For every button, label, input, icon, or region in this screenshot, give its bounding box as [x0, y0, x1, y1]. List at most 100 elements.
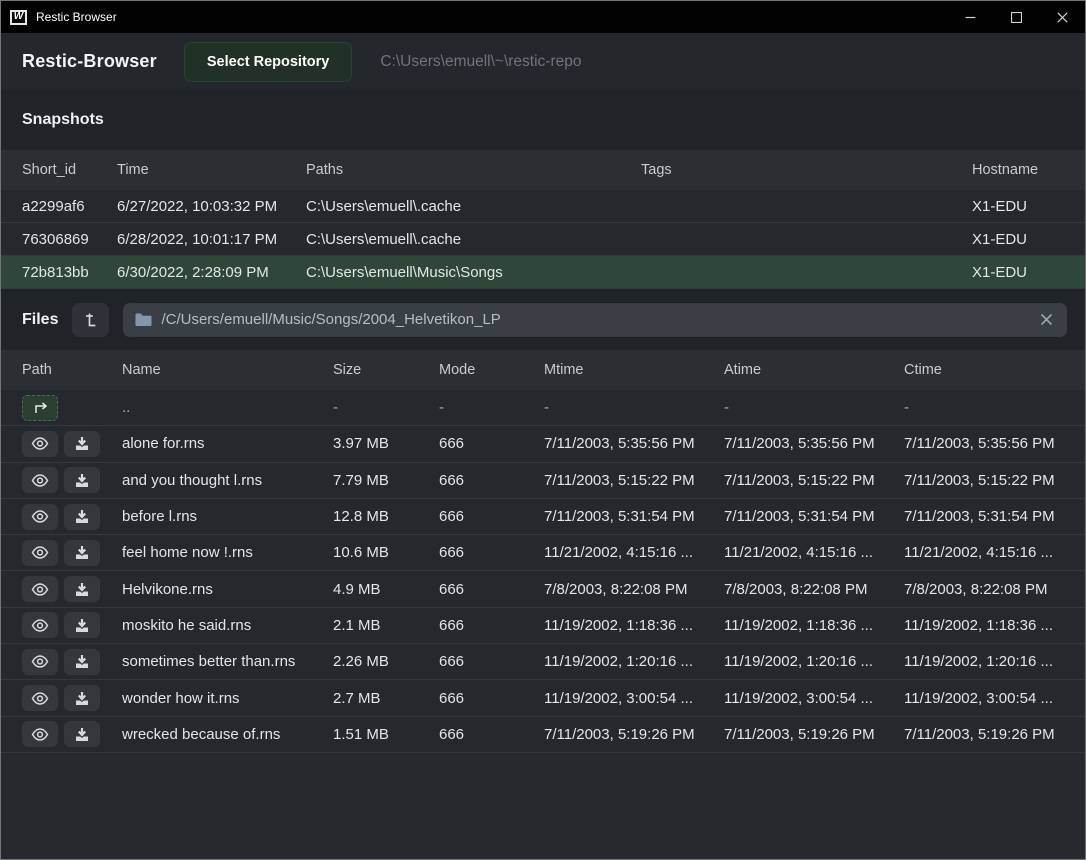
file-name: alone for.rns [122, 435, 333, 452]
file-atime: 7/11/2003, 5:35:56 PM [724, 435, 904, 452]
file-mtime: 7/11/2003, 5:19:26 PM [544, 726, 724, 743]
file-atime: 11/19/2002, 3:00:54 ... [724, 690, 904, 707]
file-mode: 666 [439, 544, 544, 561]
app-header: Restic-Browser Select Repository C:\User… [1, 33, 1085, 90]
file-ctime: 11/19/2002, 1:20:16 ... [904, 653, 1064, 670]
file-row[interactable]: .. - - - - - [1, 390, 1085, 426]
current-path-field[interactable] [123, 303, 1067, 337]
file-row[interactable]: Helvikone.rns 4.9 MB 666 7/8/2003, 8:22:… [1, 571, 1085, 607]
file-size: 7.79 MB [333, 472, 439, 489]
file-atime: 7/11/2003, 5:15:22 PM [724, 472, 904, 489]
file-actions [22, 395, 122, 421]
file-actions [22, 685, 122, 711]
file-mode: 666 [439, 726, 544, 743]
up-right-arrow-icon [32, 401, 49, 415]
file-mtime: 7/11/2003, 5:35:56 PM [544, 435, 724, 452]
preview-file-button[interactable] [22, 431, 58, 457]
select-repository-button[interactable]: Select Repository [184, 42, 353, 82]
snapshots-title: Snapshots [22, 111, 104, 129]
restore-file-button[interactable] [64, 431, 100, 457]
restore-file-button[interactable] [64, 685, 100, 711]
file-mode: - [439, 399, 544, 416]
file-mode: 666 [439, 617, 544, 634]
file-atime: 7/8/2003, 8:22:08 PM [724, 581, 904, 598]
restore-file-button[interactable] [64, 649, 100, 675]
snapshot-paths: C:\Users\emuell\Music\Songs [306, 264, 641, 281]
snapshot-row[interactable]: 76306869 6/28/2022, 10:01:17 PM C:\Users… [1, 223, 1085, 256]
snapshot-row[interactable]: a2299af6 6/27/2022, 10:03:32 PM C:\Users… [1, 190, 1085, 223]
file-mtime: 7/11/2003, 5:15:22 PM [544, 472, 724, 489]
column-atime: Atime [724, 362, 904, 378]
file-ctime: 7/11/2003, 5:35:56 PM [904, 435, 1064, 452]
snapshot-hostname: X1-EDU [972, 231, 1064, 248]
minimize-button[interactable] [947, 1, 993, 33]
file-name: before l.rns [122, 508, 333, 525]
file-ctime: 7/11/2003, 5:31:54 PM [904, 508, 1064, 525]
file-row[interactable]: feel home now !.rns 10.6 MB 666 11/21/20… [1, 535, 1085, 571]
file-row[interactable]: before l.rns 12.8 MB 666 7/11/2003, 5:31… [1, 499, 1085, 535]
path-input[interactable] [161, 311, 1029, 328]
restore-file-button[interactable] [64, 576, 100, 602]
snapshot-hostname: X1-EDU [972, 264, 1064, 281]
file-mtime: 11/21/2002, 4:15:16 ... [544, 544, 724, 561]
preview-file-button[interactable] [22, 721, 58, 747]
eye-icon [31, 510, 49, 523]
file-mtime: 11/19/2002, 1:18:36 ... [544, 617, 724, 634]
wails-logo-icon: W [10, 10, 27, 25]
file-actions [22, 612, 122, 638]
file-name: sometimes better than.rns [122, 653, 333, 670]
restore-file-button[interactable] [64, 540, 100, 566]
file-row[interactable]: sometimes better than.rns 2.26 MB 666 11… [1, 644, 1085, 680]
tree-toggle-button[interactable] [72, 303, 109, 337]
file-actions [22, 431, 122, 457]
snapshots-section-header: Snapshots [1, 90, 1085, 150]
preview-file-button[interactable] [22, 685, 58, 711]
restore-file-button[interactable] [64, 467, 100, 493]
file-ctime: 7/11/2003, 5:19:26 PM [904, 726, 1064, 743]
snapshot-row[interactable]: 72b813bb 6/30/2022, 2:28:09 PM C:\Users\… [1, 256, 1085, 289]
folder-icon [135, 313, 152, 327]
clear-path-button[interactable] [1038, 311, 1055, 328]
file-row[interactable]: moskito he said.rns 2.1 MB 666 11/19/200… [1, 608, 1085, 644]
preview-file-button[interactable] [22, 467, 58, 493]
file-row[interactable]: wrecked because of.rns 1.51 MB 666 7/11/… [1, 717, 1085, 753]
file-size: 10.6 MB [333, 544, 439, 561]
snapshot-short-id: 76306869 [22, 231, 117, 248]
snapshot-short-id: 72b813bb [22, 264, 117, 281]
titlebar: W Restic Browser [1, 1, 1085, 33]
file-size: 4.9 MB [333, 581, 439, 598]
snapshot-paths: C:\Users\emuell\.cache [306, 198, 641, 215]
preview-file-button[interactable] [22, 649, 58, 675]
column-mode: Mode [439, 362, 544, 378]
file-atime: - [724, 399, 904, 416]
file-mode: 666 [439, 653, 544, 670]
eye-icon [31, 546, 49, 559]
download-icon [74, 509, 90, 524]
file-row[interactable]: alone for.rns 3.97 MB 666 7/11/2003, 5:3… [1, 426, 1085, 462]
snapshot-paths: C:\Users\emuell\.cache [306, 231, 641, 248]
column-tags: Tags [641, 162, 972, 178]
preview-file-button[interactable] [22, 540, 58, 566]
file-actions [22, 649, 122, 675]
file-size: 2.26 MB [333, 653, 439, 670]
restore-file-button[interactable] [64, 504, 100, 530]
file-row[interactable]: wonder how it.rns 2.7 MB 666 11/19/2002,… [1, 680, 1085, 716]
file-name: feel home now !.rns [122, 544, 333, 561]
file-row[interactable]: and you thought l.rns 7.79 MB 666 7/11/2… [1, 463, 1085, 499]
preview-file-button[interactable] [22, 576, 58, 602]
restore-file-button[interactable] [64, 612, 100, 638]
preview-file-button[interactable] [22, 612, 58, 638]
download-icon [74, 691, 90, 706]
file-actions [22, 721, 122, 747]
close-button[interactable] [1039, 1, 1085, 33]
file-size: 12.8 MB [333, 508, 439, 525]
repository-path: C:\Users\emuell\~\restic-repo [380, 53, 581, 71]
file-name: .. [122, 399, 333, 416]
go-parent-dir-button[interactable] [22, 395, 58, 421]
maximize-button[interactable] [993, 1, 1039, 33]
app-window: W Restic Browser Restic-Browser Select R… [0, 0, 1086, 860]
file-actions [22, 576, 122, 602]
preview-file-button[interactable] [22, 504, 58, 530]
restore-file-button[interactable] [64, 721, 100, 747]
file-size: 1.51 MB [333, 726, 439, 743]
